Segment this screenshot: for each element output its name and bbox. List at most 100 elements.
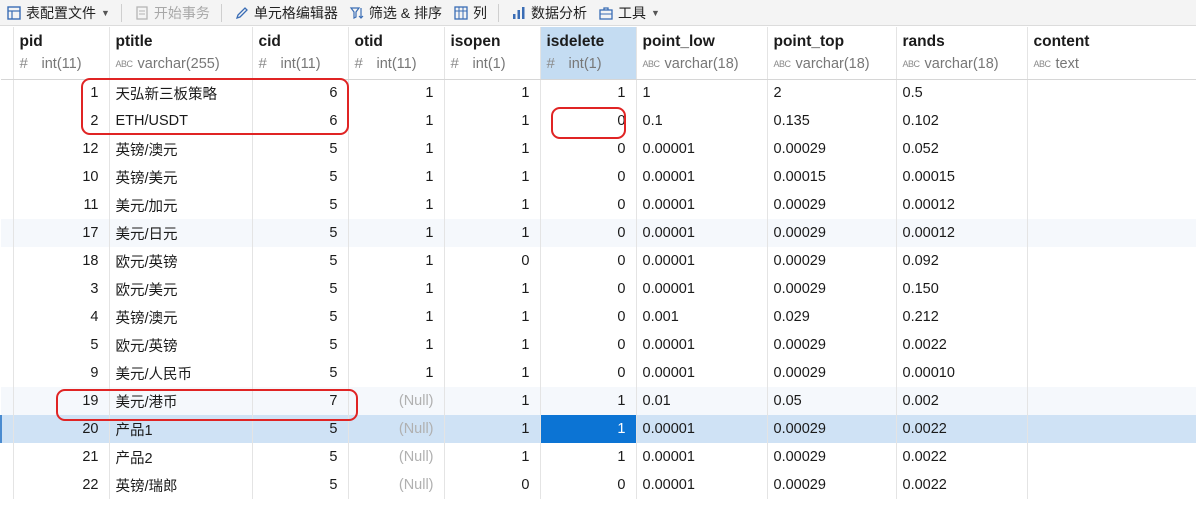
cell-cid[interactable]: 5 <box>252 415 349 443</box>
cell-otid[interactable]: 1 <box>348 331 445 359</box>
cell-cid[interactable]: 5 <box>252 359 349 387</box>
cell-isdelete[interactable]: 1 <box>540 79 637 107</box>
cell-rands[interactable]: 0.0022 <box>896 415 1028 443</box>
cell-isdelete[interactable]: 0 <box>540 275 637 303</box>
cell-cid[interactable]: 5 <box>252 303 349 331</box>
table-row[interactable]: 4 英镑/澳元 5 1 1 0 0.001 0.029 0.212 <box>1 303 1196 331</box>
cell-content[interactable] <box>1027 303 1196 331</box>
cell-point-top[interactable]: 2 <box>767 79 897 107</box>
table-row[interactable]: 22 英镑/瑞郎 5 (Null) 0 0 0.00001 0.00029 0.0022 <box>1 471 1196 499</box>
cell-point-low[interactable]: 0.00001 <box>636 191 768 219</box>
cell-rands[interactable]: 0.0022 <box>896 443 1028 471</box>
cell-isopen[interactable]: 1 <box>444 79 541 107</box>
table-row[interactable]: 3 欧元/美元 5 1 1 0 0.00001 0.00029 0.150 <box>1 275 1196 303</box>
column-header-rands[interactable]: rands ABC varchar(18) <box>896 27 1028 80</box>
cell-isopen[interactable]: 1 <box>444 415 541 443</box>
cell-cid[interactable]: 5 <box>252 331 349 359</box>
cell-content[interactable] <box>1027 415 1196 443</box>
cell-point-top[interactable]: 0.00029 <box>767 191 897 219</box>
row-gutter[interactable] <box>1 387 14 415</box>
table-row[interactable]: 17 美元/日元 5 1 1 0 0.00001 0.00029 0.00012 <box>1 219 1196 247</box>
cell-content[interactable] <box>1027 247 1196 275</box>
column-header-point-top[interactable]: point_top ABC varchar(18) <box>767 27 897 80</box>
cell-rands[interactable]: 0.0022 <box>896 331 1028 359</box>
cell-point-top[interactable]: 0.00029 <box>767 135 897 163</box>
cell-content[interactable] <box>1027 359 1196 387</box>
row-gutter[interactable] <box>1 191 14 219</box>
cell-content[interactable] <box>1027 107 1196 135</box>
cell-content[interactable] <box>1027 331 1196 359</box>
cell-ptitle[interactable]: 英镑/美元 <box>109 163 253 191</box>
cell-ptitle[interactable]: 欧元/英镑 <box>109 331 253 359</box>
cell-cid[interactable]: 5 <box>252 163 349 191</box>
table-row[interactable]: 11 美元/加元 5 1 1 0 0.00001 0.00029 0.00012 <box>1 191 1196 219</box>
table-row[interactable]: 19 美元/港币 7 (Null) 1 1 0.01 0.05 0.002 <box>1 387 1196 415</box>
cell-isdelete[interactable]: 0 <box>540 331 637 359</box>
column-header-cid[interactable]: cid # int(11) <box>252 27 349 80</box>
cell-point-top[interactable]: 0.00029 <box>767 247 897 275</box>
cell-ptitle[interactable]: 美元/人民币 <box>109 359 253 387</box>
cell-isdelete[interactable]: 0 <box>540 191 637 219</box>
cell-rands[interactable]: 0.0022 <box>896 471 1028 499</box>
cell-otid[interactable]: 1 <box>348 135 445 163</box>
cell-isopen[interactable]: 1 <box>444 443 541 471</box>
cell-otid[interactable]: (Null) <box>348 443 445 471</box>
cell-cid[interactable]: 6 <box>252 107 349 135</box>
cell-ptitle[interactable]: 英镑/澳元 <box>109 135 253 163</box>
cell-ptitle[interactable]: 英镑/瑞郎 <box>109 471 253 499</box>
row-gutter[interactable] <box>1 107 14 135</box>
cell-point-low[interactable]: 0.00001 <box>636 163 768 191</box>
cell-isopen[interactable]: 1 <box>444 331 541 359</box>
cell-isdelete[interactable]: 0 <box>540 219 637 247</box>
cell-rands[interactable]: 0.052 <box>896 135 1028 163</box>
cell-point-top[interactable]: 0.00029 <box>767 415 897 443</box>
cell-point-top[interactable]: 0.00029 <box>767 359 897 387</box>
cell-isdelete[interactable]: 1 <box>540 443 637 471</box>
cell-content[interactable] <box>1027 163 1196 191</box>
cell-ptitle[interactable]: 美元/日元 <box>109 219 253 247</box>
cell-cid[interactable]: 5 <box>252 135 349 163</box>
cell-pid[interactable]: 18 <box>13 247 110 275</box>
cell-point-low[interactable]: 0.001 <box>636 303 768 331</box>
cell-point-low[interactable]: 0.1 <box>636 107 768 135</box>
cell-point-top[interactable]: 0.00015 <box>767 163 897 191</box>
cell-editor-button[interactable]: 单元格编辑器 <box>228 0 343 26</box>
begin-transaction-button[interactable]: 开始事务 <box>128 0 215 26</box>
cell-otid[interactable]: 1 <box>348 359 445 387</box>
column-header-content[interactable]: content ABC text <box>1027 27 1196 80</box>
cell-cid[interactable]: 7 <box>252 387 349 415</box>
row-gutter[interactable] <box>1 79 14 107</box>
cell-point-top[interactable]: 0.00029 <box>767 219 897 247</box>
cell-ptitle[interactable]: 美元/港币 <box>109 387 253 415</box>
cell-otid[interactable]: 1 <box>348 191 445 219</box>
cell-ptitle[interactable]: 产品1 <box>109 415 253 443</box>
row-gutter[interactable] <box>1 359 14 387</box>
table-config-button[interactable]: 表配置文件 ▼ <box>0 0 115 26</box>
cell-ptitle[interactable]: 英镑/澳元 <box>109 303 253 331</box>
row-gutter[interactable] <box>1 303 14 331</box>
cell-isopen[interactable]: 1 <box>444 275 541 303</box>
cell-otid[interactable]: (Null) <box>348 387 445 415</box>
row-gutter[interactable] <box>1 443 14 471</box>
cell-otid[interactable]: 1 <box>348 79 445 107</box>
cell-point-top[interactable]: 0.00029 <box>767 443 897 471</box>
table-row[interactable]: 20 产品1 5 (Null) 1 1 0.00001 0.00029 0.0022 <box>0 415 1196 443</box>
cell-cid[interactable]: 6 <box>252 79 349 107</box>
data-analysis-button[interactable]: 数据分析 <box>505 0 592 26</box>
cell-otid[interactable]: (Null) <box>348 415 445 443</box>
cell-isdelete[interactable]: 0 <box>540 107 637 135</box>
column-header-point-low[interactable]: point_low ABC varchar(18) <box>636 27 768 80</box>
cell-isdelete[interactable]: 0 <box>540 163 637 191</box>
cell-point-top[interactable]: 0.135 <box>767 107 897 135</box>
cell-isopen[interactable]: 1 <box>444 191 541 219</box>
column-header-isdelete[interactable]: isdelete # int(1) <box>540 27 637 80</box>
cell-pid[interactable]: 12 <box>13 135 110 163</box>
column-header-pid[interactable]: pid # int(11) <box>13 27 110 80</box>
row-gutter[interactable] <box>1 471 14 499</box>
cell-pid[interactable]: 10 <box>13 163 110 191</box>
cell-content[interactable] <box>1027 387 1196 415</box>
cell-content[interactable] <box>1027 275 1196 303</box>
cell-point-top[interactable]: 0.00029 <box>767 471 897 499</box>
cell-cid[interactable]: 5 <box>252 275 349 303</box>
cell-content[interactable] <box>1027 191 1196 219</box>
